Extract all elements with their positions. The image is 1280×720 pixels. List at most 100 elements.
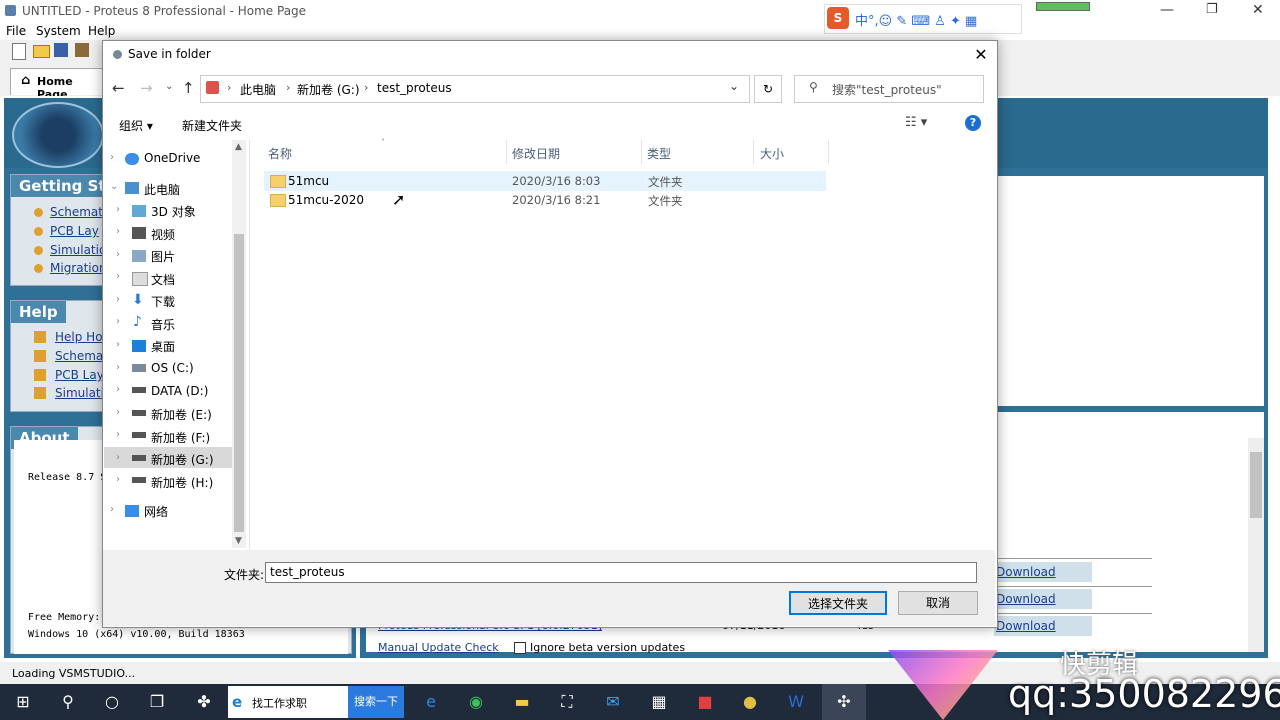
breadcrumb-this-pc[interactable]: 此电脑: [240, 81, 276, 98]
edge-icon[interactable]: e: [420, 692, 442, 712]
task-view-icon[interactable]: ❐: [146, 692, 168, 712]
updates-scrollbar[interactable]: [1248, 438, 1264, 652]
scrollbar-thumb[interactable]: [1250, 452, 1262, 518]
expand-chevron-icon[interactable]: ›: [116, 226, 120, 237]
download-button[interactable]: Download: [994, 589, 1092, 609]
cortana-icon[interactable]: ○: [101, 692, 123, 712]
ime-mode-icon[interactable]: 中°,☺ ✎ ⌨ ♙ ✦ ▦: [855, 10, 977, 29]
nav-item-drive-f[interactable]: 新加卷 (F:): [151, 429, 210, 446]
nav-item-downloads[interactable]: 下载: [151, 293, 175, 310]
nav-item-onedrive[interactable]: OneDrive: [144, 151, 200, 165]
collapse-chevron-icon[interactable]: ⌄: [110, 181, 118, 192]
scroll-down-icon[interactable]: ▼: [235, 536, 242, 546]
column-header-size[interactable]: 大小: [760, 145, 784, 162]
link-help-home[interactable]: Help Hor: [55, 330, 107, 344]
open-folder-icon[interactable]: [33, 45, 50, 58]
column-header-type[interactable]: 类型: [647, 145, 671, 162]
expand-chevron-icon[interactable]: ›: [116, 271, 120, 282]
save-icon[interactable]: [54, 43, 68, 57]
link-schematic[interactable]: Schemati: [50, 205, 106, 219]
link-simulation[interactable]: Simulatio: [50, 243, 106, 257]
nav-item-videos[interactable]: 视频: [151, 226, 175, 243]
help-icon[interactable]: ?: [965, 115, 981, 131]
cancel-button[interactable]: 取消: [898, 591, 978, 615]
link-pcb-layout[interactable]: PCB Lay: [50, 224, 99, 238]
nav-item-3d-objects[interactable]: 3D 对象: [151, 203, 196, 220]
nav-item-drive-c[interactable]: OS (C:): [151, 361, 194, 375]
folder-name-input[interactable]: [265, 562, 977, 583]
start-windows-icon[interactable]: ⊞: [12, 692, 34, 712]
nav-item-this-pc[interactable]: 此电脑: [144, 181, 180, 198]
pinwheel-app-icon[interactable]: ✤: [193, 692, 215, 712]
expand-chevron-icon[interactable]: ›: [110, 504, 114, 515]
nav-item-pictures[interactable]: 图片: [151, 248, 175, 265]
expand-chevron-icon[interactable]: ›: [116, 407, 120, 418]
file-name[interactable]: 51mcu-2020: [288, 193, 364, 207]
column-separator[interactable]: [506, 140, 507, 164]
file-name[interactable]: 51mcu: [288, 174, 329, 188]
view-options-icon[interactable]: ☷ ▾: [905, 115, 927, 130]
nav-item-desktop[interactable]: 桌面: [151, 338, 175, 355]
window-restore-button[interactable]: ❐: [1206, 2, 1218, 17]
expand-chevron-icon[interactable]: ›: [116, 429, 120, 440]
column-separator[interactable]: [641, 140, 642, 164]
expand-chevron-icon[interactable]: ›: [116, 474, 120, 485]
nav-item-network[interactable]: 网络: [144, 503, 168, 520]
expand-chevron-icon[interactable]: ›: [116, 204, 120, 215]
app-yellow-icon[interactable]: ●: [739, 692, 761, 712]
expand-chevron-icon[interactable]: ›: [116, 294, 120, 305]
expand-chevron-icon[interactable]: ›: [116, 316, 120, 327]
ignore-beta-checkbox[interactable]: [514, 642, 526, 654]
expand-chevron-icon[interactable]: ›: [116, 362, 120, 373]
scroll-up-icon[interactable]: ▲: [235, 142, 242, 152]
address-bar[interactable]: › ⌄: [200, 75, 750, 103]
app-red-icon[interactable]: ■: [694, 692, 716, 712]
proteus-taskbar-active[interactable]: ✣: [822, 684, 866, 720]
back-arrow-icon[interactable]: ←: [112, 79, 125, 97]
new-file-icon[interactable]: [12, 43, 26, 60]
link-help-schematic[interactable]: Schemat: [55, 349, 108, 363]
nav-item-drive-g[interactable]: 新加卷 (G:): [151, 451, 214, 468]
browser-icon[interactable]: ◉: [465, 692, 487, 712]
link-help-pcb[interactable]: PCB Lay: [55, 368, 104, 382]
nav-item-documents[interactable]: 文档: [151, 271, 175, 288]
recent-locations-chevron-icon[interactable]: ⌄: [165, 81, 173, 92]
sogou-icon[interactable]: S: [827, 7, 849, 29]
expand-chevron-icon[interactable]: ›: [116, 339, 120, 350]
organize-button[interactable]: 组织 ▾: [119, 117, 153, 134]
dialog-close-button[interactable]: ✕: [970, 44, 992, 66]
window-minimize-button[interactable]: —: [1160, 2, 1174, 18]
breadcrumb-drive-g[interactable]: 新加卷 (G:): [297, 81, 360, 98]
forward-arrow-icon[interactable]: →: [140, 79, 153, 97]
word-icon[interactable]: W: [785, 692, 807, 712]
download-button[interactable]: Download: [994, 562, 1092, 582]
column-separator[interactable]: [753, 140, 754, 164]
tab-home-page[interactable]: ⌂ Home Page: [10, 68, 104, 101]
select-folder-button[interactable]: 选择文件夹: [789, 591, 887, 615]
expand-chevron-icon[interactable]: ›: [110, 152, 114, 163]
menu-file[interactable]: File: [6, 24, 26, 38]
taskbar-search-box[interactable]: e 找工作求职: [228, 686, 348, 718]
link-migration[interactable]: Migration: [50, 261, 107, 275]
calculator-icon[interactable]: ▦: [648, 692, 670, 712]
taskbar-search-button[interactable]: 搜索一下: [348, 686, 404, 718]
breadcrumb-test-proteus[interactable]: test_proteus: [377, 81, 452, 95]
up-arrow-icon[interactable]: ↑: [182, 79, 195, 97]
menu-help[interactable]: Help: [88, 24, 115, 38]
manual-update-check-link[interactable]: Manual Update Check: [378, 641, 499, 654]
menu-system[interactable]: System: [36, 24, 81, 38]
nav-item-drive-d[interactable]: DATA (D:): [151, 384, 208, 398]
column-separator[interactable]: [828, 140, 829, 164]
refresh-button[interactable]: ↻: [754, 75, 782, 103]
file-explorer-icon[interactable]: ▬: [511, 692, 533, 712]
search-icon[interactable]: ⚲: [57, 692, 79, 712]
nav-item-drive-h[interactable]: 新加卷 (H:): [151, 474, 213, 491]
address-dropdown-chevron-icon[interactable]: ⌄: [729, 79, 739, 93]
navigation-scrollbar-thumb[interactable]: [234, 234, 244, 532]
expand-chevron-icon[interactable]: ›: [116, 452, 120, 463]
expand-chevron-icon[interactable]: ›: [116, 384, 120, 395]
import-icon[interactable]: [75, 43, 89, 57]
ime-toolbar[interactable]: S 中°,☺ ✎ ⌨ ♙ ✦ ▦: [824, 4, 1022, 34]
store-icon[interactable]: ⛶: [556, 692, 578, 712]
expand-chevron-icon[interactable]: ›: [116, 249, 120, 260]
